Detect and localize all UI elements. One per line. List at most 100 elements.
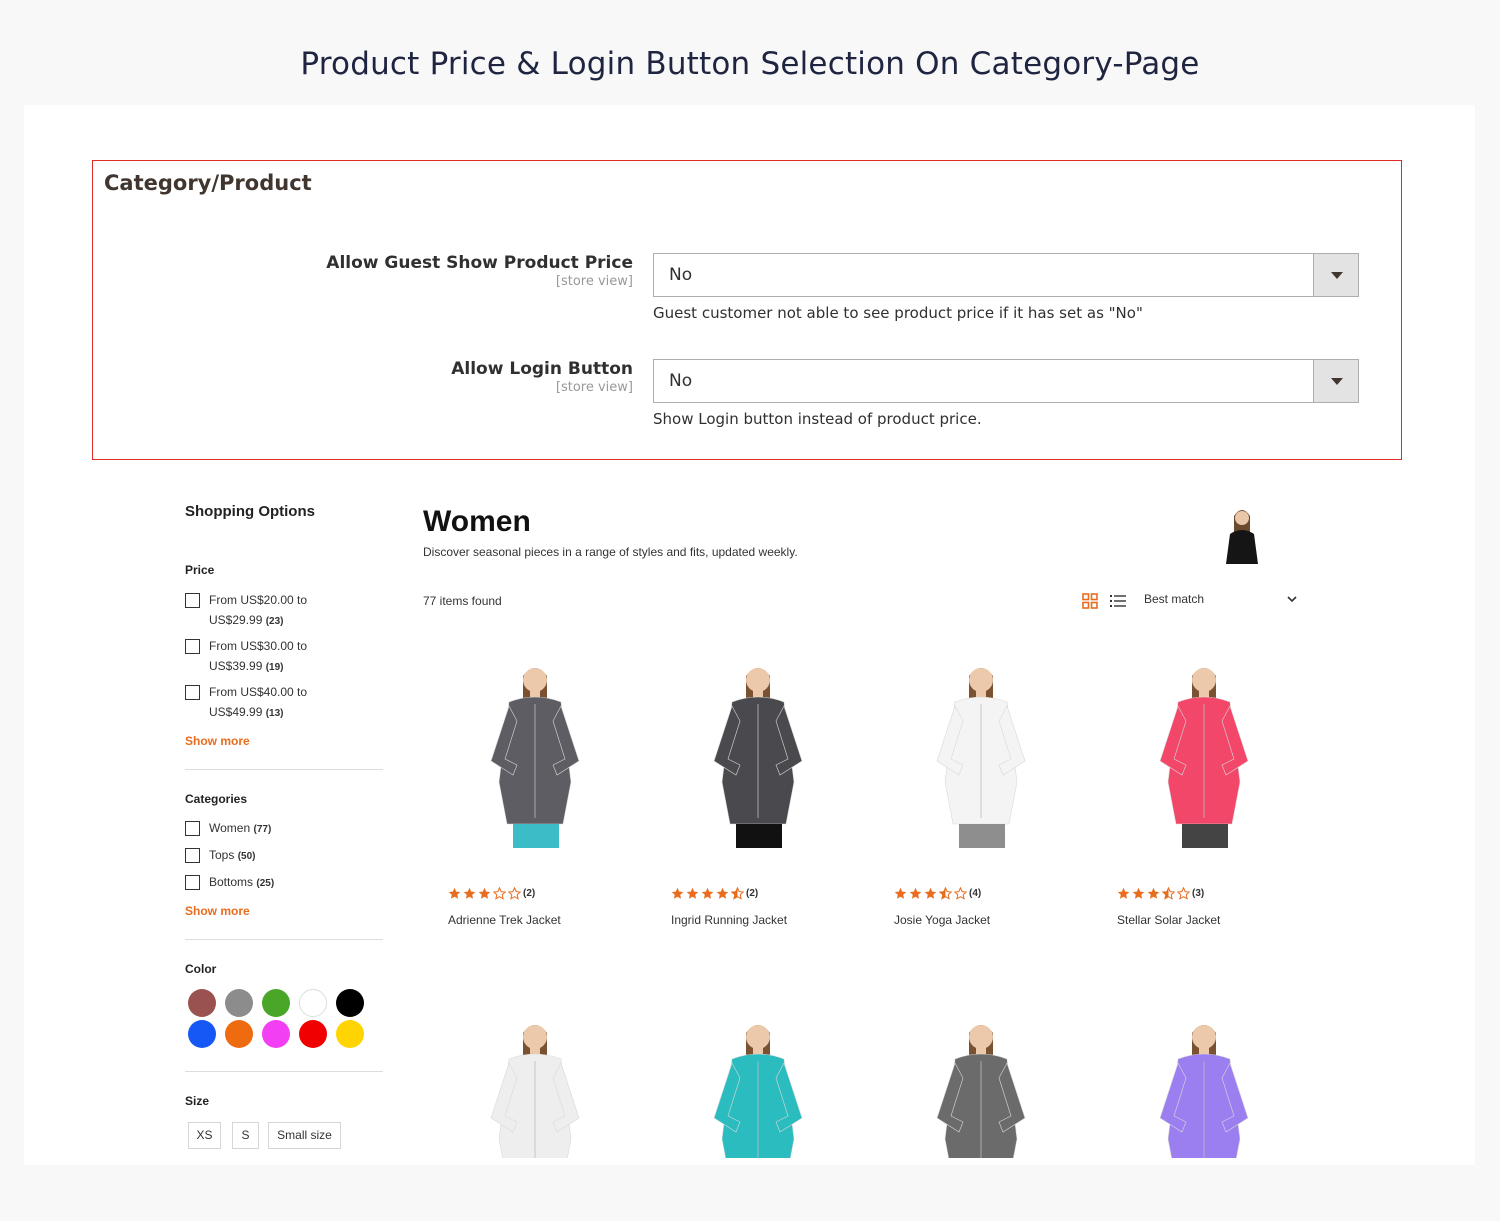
chevron-down-icon[interactable]: [1313, 360, 1358, 402]
price-filter-option[interactable]: From US$30.00 to US$39.99 (19): [185, 639, 307, 678]
size-filter-title: Size: [185, 1094, 210, 1108]
categories-filter-title: Categories: [185, 792, 248, 806]
color-swatch[interactable]: [299, 1020, 327, 1048]
category-filter-option[interactable]: Tops (50): [185, 848, 256, 867]
checkbox[interactable]: [185, 875, 200, 890]
price-filter-option[interactable]: From US$40.00 to US$49.99 (13): [185, 685, 307, 724]
product-rating: (3): [1117, 887, 1204, 900]
product-card[interactable]: (2) Adrienne Trek Jacket: [435, 658, 635, 938]
star-full-icon: [448, 887, 461, 899]
filter-label: Bottoms: [209, 875, 254, 889]
chevron-down-icon[interactable]: [1313, 254, 1358, 296]
product-image[interactable]: [1104, 1015, 1304, 1158]
color-swatch[interactable]: [299, 989, 327, 1017]
config-section-title: Category/Product: [104, 171, 312, 195]
color-swatch[interactable]: [262, 989, 290, 1017]
grid-view-icon[interactable]: [1082, 593, 1098, 609]
product-card[interactable]: (2) Ingrid Running Jacket: [658, 658, 858, 938]
guest-price-select[interactable]: No: [653, 253, 1359, 297]
filter-count: (13): [265, 708, 284, 719]
checkbox[interactable]: [185, 639, 200, 654]
star-full-icon: [1147, 887, 1160, 899]
star-full-icon: [463, 887, 476, 899]
product-rating: (2): [448, 887, 535, 900]
star-half-icon: [731, 887, 744, 900]
checkbox[interactable]: [185, 685, 200, 700]
category-filter-option[interactable]: Bottoms (25): [185, 875, 274, 894]
color-swatch[interactable]: [262, 1020, 290, 1048]
star-full-icon: [894, 887, 907, 899]
product-card[interactable]: (4) Josie Yoga Jacket: [881, 658, 1081, 938]
product-image[interactable]: [881, 1015, 1081, 1158]
color-swatch[interactable]: [188, 1020, 216, 1048]
product-image[interactable]: [658, 658, 858, 848]
product-name-link[interactable]: Ingrid Running Jacket: [671, 913, 787, 927]
product-card[interactable]: [1104, 1015, 1304, 1165]
category-title: Women: [423, 505, 531, 538]
color-swatch[interactable]: [225, 989, 253, 1017]
divider: [185, 939, 383, 940]
size-option-xs[interactable]: XS: [188, 1122, 221, 1149]
product-name-link[interactable]: Adrienne Trek Jacket: [448, 913, 561, 927]
product-image[interactable]: [881, 658, 1081, 848]
product-card[interactable]: [881, 1015, 1081, 1165]
filter-count: (50): [237, 851, 256, 862]
sort-by-select[interactable]: Best match: [1144, 590, 1298, 612]
price-filter-option[interactable]: From US$20.00 to US$29.99 (23): [185, 593, 307, 632]
config-scope-text: [store view]: [555, 380, 633, 395]
category-description: Discover seasonal pieces in a range of s…: [423, 545, 798, 559]
star-half-icon: [939, 887, 952, 900]
login-button-select[interactable]: No: [653, 359, 1359, 403]
config-label-guest-price: Allow Guest Show Product Price [store vi…: [326, 253, 633, 289]
product-card[interactable]: [435, 1015, 635, 1165]
config-panel: Category/Product Allow Guest Show Produc…: [92, 160, 1402, 460]
color-swatch[interactable]: [336, 1020, 364, 1048]
filter-label: US$29.99: [209, 613, 263, 627]
canvas: Category/Product Allow Guest Show Produc…: [24, 105, 1475, 1165]
star-empty-icon: [508, 887, 521, 900]
checkbox[interactable]: [185, 848, 200, 863]
review-count: (4): [969, 888, 982, 899]
config-note: Show Login button instead of product pri…: [653, 410, 982, 428]
product-image[interactable]: [658, 1015, 858, 1158]
sidebar-title: Shopping Options: [185, 503, 315, 520]
product-image[interactable]: [435, 658, 635, 848]
size-option-small[interactable]: Small size: [268, 1122, 341, 1149]
list-view-icon[interactable]: [1110, 593, 1126, 609]
divider: [185, 1071, 383, 1072]
star-empty-icon: [493, 887, 506, 900]
select-value: No: [669, 265, 693, 285]
price-show-more-link[interactable]: Show more: [185, 734, 250, 748]
filter-label: Women: [209, 821, 251, 835]
config-note: Guest customer not able to see product p…: [653, 304, 1143, 322]
product-name-link[interactable]: Stellar Solar Jacket: [1117, 913, 1220, 927]
star-full-icon: [478, 887, 491, 899]
filter-label: US$39.99: [209, 659, 263, 673]
sort-value: Best match: [1144, 592, 1205, 606]
color-swatch[interactable]: [188, 989, 216, 1017]
config-label-text: Allow Guest Show Product Price: [326, 253, 633, 273]
category-filter-option[interactable]: Women (77): [185, 821, 271, 840]
star-full-icon: [1132, 887, 1145, 899]
color-swatch[interactable]: [336, 989, 364, 1017]
review-count: (2): [746, 888, 759, 899]
product-card[interactable]: (3) Stellar Solar Jacket: [1104, 658, 1304, 938]
categories-show-more-link[interactable]: Show more: [185, 904, 250, 918]
star-full-icon: [1117, 887, 1130, 899]
headline: Product Price & Login Button Selection O…: [300, 46, 1200, 82]
product-image[interactable]: [1104, 658, 1304, 848]
color-filter-title: Color: [185, 962, 217, 976]
checkbox[interactable]: [185, 821, 200, 836]
color-swatch[interactable]: [225, 1020, 253, 1048]
star-full-icon: [909, 887, 922, 899]
product-name-link[interactable]: Josie Yoga Jacket: [894, 913, 990, 927]
product-image[interactable]: [435, 1015, 635, 1158]
checkbox[interactable]: [185, 593, 200, 608]
size-option-s[interactable]: S: [232, 1122, 259, 1149]
filter-label: US$49.99: [209, 705, 263, 719]
product-card[interactable]: [658, 1015, 858, 1165]
filter-count: (23): [265, 616, 284, 627]
star-full-icon: [924, 887, 937, 899]
review-count: (2): [523, 888, 536, 899]
items-found-count: 77 items found: [423, 594, 502, 608]
